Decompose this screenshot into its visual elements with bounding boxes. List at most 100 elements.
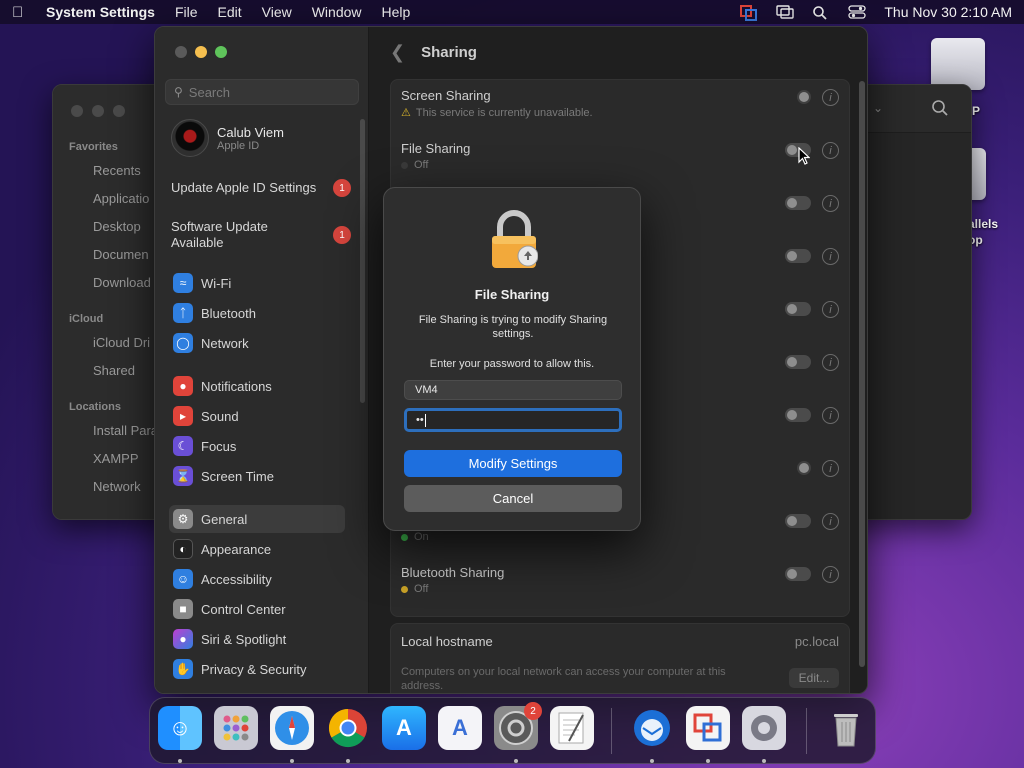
- system-preferences-dock-icon[interactable]: [742, 706, 786, 750]
- menu-window[interactable]: Window: [312, 4, 362, 20]
- lock-icon: [490, 210, 539, 270]
- page-title: Sharing: [421, 44, 477, 61]
- minimize-button[interactable]: [195, 46, 207, 58]
- info-icon[interactable]: i: [822, 89, 839, 106]
- finder-item-shared[interactable]: Shared: [93, 363, 135, 378]
- cancel-button[interactable]: Cancel: [404, 485, 622, 512]
- modify-settings-button[interactable]: Modify Settings: [404, 450, 622, 477]
- control-center-icon: ■: [173, 599, 193, 619]
- sidebar-item-general[interactable]: ⚙ General: [169, 505, 345, 533]
- control-center-icon[interactable]: [848, 5, 867, 19]
- trash-dock-icon[interactable]: [824, 706, 868, 750]
- finder-item-icloud-drive[interactable]: iCloud Dri: [93, 335, 150, 350]
- finder-item-recents[interactable]: Recents: [93, 163, 141, 178]
- info-icon[interactable]: i: [822, 566, 839, 583]
- sidebar-item-wifi[interactable]: ≈ Wi-Fi: [169, 269, 345, 297]
- safari-dock-icon[interactable]: [270, 706, 314, 750]
- info-icon[interactable]: i: [822, 460, 839, 477]
- hostname-label: Local hostname: [401, 634, 493, 649]
- service-toggle[interactable]: [785, 196, 811, 210]
- finder-dock-icon[interactable]: ☺: [158, 706, 202, 750]
- apple-id-account[interactable]: Calub Viem Apple ID: [171, 119, 284, 157]
- hand-icon: ✋: [173, 659, 193, 679]
- sidebar-item-control-center[interactable]: ■ Control Center: [169, 595, 345, 623]
- wifi-icon: ≈: [173, 273, 193, 293]
- software-update-label: Software Update Available: [171, 219, 268, 250]
- launchpad-dock-icon[interactable]: [214, 706, 258, 750]
- moon-icon: ☾: [173, 436, 193, 456]
- close-button[interactable]: [175, 46, 187, 58]
- info-icon[interactable]: i: [822, 407, 839, 424]
- apple-menu-icon[interactable]: : [12, 4, 32, 21]
- finder-item-desktop[interactable]: Desktop: [93, 219, 141, 234]
- finder-item-xampp[interactable]: XAMPP: [93, 451, 139, 466]
- sidebar-item-screen-time[interactable]: ⌛ Screen Time: [169, 462, 345, 490]
- service-toggle[interactable]: [785, 355, 811, 369]
- sidebar-item-bluetooth[interactable]: ᛏ Bluetooth: [169, 299, 345, 327]
- sidebar-item-label: Screen Time: [201, 468, 274, 484]
- edit-hostname-button[interactable]: Edit...: [789, 668, 839, 688]
- service-title: Screen Sharing: [401, 88, 491, 103]
- sidebar-item-siri[interactable]: ● Siri & Spotlight: [169, 625, 345, 653]
- speaker-icon: ▸: [173, 406, 193, 426]
- finder-item-documents[interactable]: Documen: [93, 247, 149, 262]
- xcode-instruments-dock-icon[interactable]: A: [438, 706, 482, 750]
- sidebar-item-focus[interactable]: ☾ Focus: [169, 432, 345, 460]
- service-toggle[interactable]: [785, 249, 811, 263]
- menu-view[interactable]: View: [262, 4, 292, 20]
- bluetooth-sharing-toggle[interactable]: [785, 567, 811, 581]
- info-icon[interactable]: i: [822, 195, 839, 212]
- username-field[interactable]: VM4: [404, 380, 622, 400]
- chrome-dock-icon[interactable]: [326, 706, 370, 750]
- menu-app-name[interactable]: System Settings: [46, 4, 155, 20]
- search-field[interactable]: ⚲ Search: [165, 79, 359, 105]
- service-toggle[interactable]: [785, 302, 811, 316]
- zoom-button[interactable]: [215, 46, 227, 58]
- screen-mirroring-icon[interactable]: [776, 5, 795, 19]
- menubar-clock[interactable]: Thu Nov 30 2:10 AM: [884, 4, 1012, 20]
- service-toggle[interactable]: [785, 514, 811, 528]
- sidebar-item-label: Notifications: [201, 378, 272, 394]
- finder-item-network[interactable]: Network: [93, 479, 141, 494]
- chevron-down-icon[interactable]: ⌄: [873, 101, 883, 115]
- running-indicator: [346, 759, 350, 763]
- sidebar-item-label: Appearance: [201, 541, 272, 557]
- sidebar-item-sound[interactable]: ▸ Sound: [169, 402, 345, 430]
- finder-item-applications[interactable]: Applicatio: [93, 191, 149, 206]
- finder-item-downloads[interactable]: Download: [93, 275, 151, 290]
- service-status-text: This service is currently unavailable.: [415, 106, 593, 119]
- spotlight-search-icon[interactable]: [812, 5, 830, 20]
- sidebar-scrollbar[interactable]: [360, 119, 365, 403]
- disk-drive-icon[interactable]: [931, 38, 985, 90]
- update-apple-id-item[interactable]: Update Apple ID Settings 1: [171, 179, 351, 197]
- sidebar-item-network[interactable]: ◯ Network: [169, 329, 345, 357]
- update-badge: 1: [333, 179, 351, 197]
- finder-item-install[interactable]: Install Para: [93, 423, 158, 438]
- parallels-dock-icon[interactable]: [686, 706, 730, 750]
- thunderbird-dock-icon[interactable]: [630, 706, 674, 750]
- info-icon[interactable]: i: [822, 142, 839, 159]
- app-store-dock-icon[interactable]: A: [382, 706, 426, 750]
- info-icon[interactable]: i: [822, 354, 839, 371]
- parallels-status-icon[interactable]: [740, 5, 758, 21]
- sidebar-item-appearance[interactable]: ◐ Appearance: [169, 535, 345, 563]
- search-icon[interactable]: [931, 99, 949, 120]
- service-toggle[interactable]: [797, 461, 811, 475]
- software-update-item[interactable]: Software Update Available 1: [171, 219, 351, 251]
- service-row-screen-sharing: Screen Sharing ⚠ This service is currentl…: [401, 88, 841, 119]
- menu-edit[interactable]: Edit: [218, 4, 242, 20]
- password-field[interactable]: ••: [404, 408, 622, 432]
- sidebar-item-accessibility[interactable]: ☺ Accessibility: [169, 565, 345, 593]
- info-icon[interactable]: i: [822, 513, 839, 530]
- info-icon[interactable]: i: [822, 301, 839, 318]
- sidebar-item-privacy[interactable]: ✋ Privacy & Security: [169, 655, 345, 683]
- content-scrollbar[interactable]: [859, 81, 865, 667]
- textedit-dock-icon[interactable]: [550, 706, 594, 750]
- menu-file[interactable]: File: [175, 4, 198, 20]
- sidebar-item-notifications[interactable]: ● Notifications: [169, 372, 345, 400]
- menu-help[interactable]: Help: [382, 4, 411, 20]
- back-chevron-icon[interactable]: ❮: [390, 42, 405, 63]
- screen-sharing-toggle[interactable]: [797, 90, 811, 104]
- info-icon[interactable]: i: [822, 248, 839, 265]
- service-toggle[interactable]: [785, 408, 811, 422]
